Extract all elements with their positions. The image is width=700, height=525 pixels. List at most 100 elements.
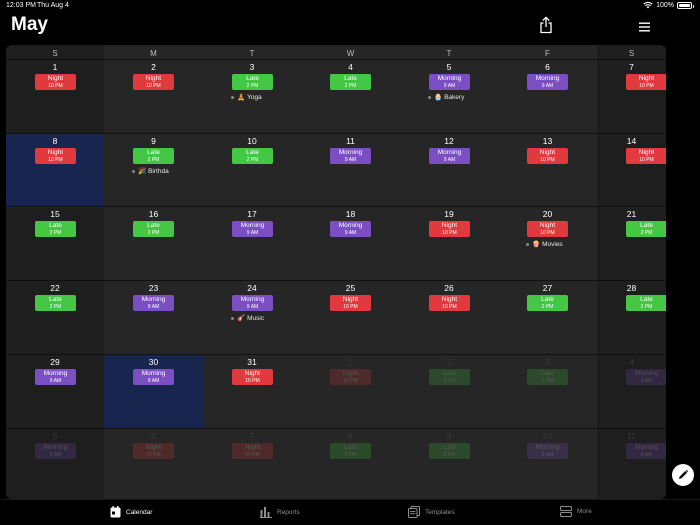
day-cell[interactable]: 22 Late 2 PM [6, 281, 104, 355]
day-cell[interactable]: 17 Morning 9 AM [203, 207, 301, 281]
shift-badge-late[interactable]: Late 2 PM [232, 74, 273, 90]
shift-badge-night[interactable]: Night 10 PM [133, 443, 174, 459]
day-cell[interactable]: 4 Late 2 PM [301, 60, 400, 134]
shift-badge-morning[interactable]: Morning 9 AM [35, 369, 76, 385]
shift-badge-late[interactable]: Late 2 PM [330, 74, 371, 90]
shift-badge-night[interactable]: Night 10 PM [133, 74, 174, 90]
day-cell[interactable]: 5 Morning 9 AM [6, 429, 104, 499]
shift-badge-late[interactable]: Late 2 PM [626, 295, 666, 311]
day-cell[interactable]: 27 Late 2 PM [498, 281, 597, 355]
day-cell[interactable]: 19 Night 10 PM [400, 207, 498, 281]
shift-badge-night[interactable]: Night 10 PM [626, 148, 666, 164]
shift-time: 2 PM [246, 157, 259, 163]
tab-bar: Calendar Reports Templates More [0, 499, 700, 525]
event-item[interactable]: 🎸 Music [231, 314, 264, 322]
shift-badge-night[interactable]: Night 10 PM [330, 295, 371, 311]
day-cell[interactable]: 1 Night 10 PM [301, 355, 400, 429]
shift-badge-night[interactable]: Night 10 PM [35, 74, 76, 90]
day-cell[interactable]: 12 Morning 9 AM [400, 134, 498, 208]
shift-badge-night[interactable]: Night 10 PM [429, 221, 470, 237]
day-cell[interactable]: 1 Night 10 PM [6, 60, 104, 134]
day-cell[interactable]: 10 Late 2 PM [203, 134, 301, 208]
tab-calendar[interactable]: Calendar [110, 506, 152, 518]
shift-badge-night[interactable]: Night 10 PM [429, 295, 470, 311]
day-cell[interactable]: 4 Morning 9 AM [597, 355, 666, 429]
shift-badge-morning[interactable]: Morning 9 AM [133, 295, 174, 311]
shift-badge-night[interactable]: Night 10 PM [35, 148, 76, 164]
day-cell[interactable]: 14 Night 10 PM [597, 134, 666, 208]
event-item[interactable]: 🧘 Yoga [231, 93, 262, 101]
shift-badge-night[interactable]: Night 10 PM [527, 221, 568, 237]
shift-badge-late[interactable]: Late 2 PM [133, 221, 174, 237]
day-cell[interactable]: 23 Morning 9 AM [104, 281, 203, 355]
day-cell[interactable]: 29 Morning 9 AM [6, 355, 104, 429]
shift-badge-morning[interactable]: Morning 9 AM [527, 443, 568, 459]
day-cell[interactable]: 3 Late 2 PM 🧘 Yoga [203, 60, 301, 134]
shift-time: 2 PM [147, 157, 160, 163]
day-cell[interactable]: 11 Morning 9 AM [597, 429, 666, 499]
shift-badge-night[interactable]: Night 10 PM [232, 443, 273, 459]
day-cell[interactable]: 10 Morning 9 AM [498, 429, 597, 499]
day-cell[interactable]: 8 Night 10 PM [6, 134, 104, 208]
shift-badge-morning[interactable]: Morning 9 AM [35, 443, 76, 459]
shift-badge-late[interactable]: Late 2 PM [429, 369, 470, 385]
day-cell[interactable]: 9 Late 2 PM [400, 429, 498, 499]
day-cell[interactable]: 26 Night 10 PM [400, 281, 498, 355]
shift-badge-night[interactable]: Night 10 PM [330, 369, 371, 385]
event-item[interactable]: 🍿 Movies [526, 240, 563, 248]
shift-badge-morning[interactable]: Morning 9 AM [429, 74, 470, 90]
share-button[interactable] [538, 16, 554, 34]
shift-badge-late[interactable]: Late 2 PM [527, 369, 568, 385]
shift-badge-morning[interactable]: Morning 9 AM [626, 443, 666, 459]
day-cell[interactable]: 6 Morning 9 AM [498, 60, 597, 134]
day-cell[interactable]: 15 Late 2 PM [6, 207, 104, 281]
day-cell[interactable]: 3 Late 2 PM [498, 355, 597, 429]
shift-badge-night[interactable]: Night 10 PM [232, 369, 273, 385]
day-cell[interactable]: 11 Morning 9 AM [301, 134, 400, 208]
day-cell[interactable]: 7 Night 10 PM [597, 60, 666, 134]
shift-badge-morning[interactable]: Morning 9 AM [133, 369, 174, 385]
shift-badge-morning[interactable]: Morning 9 AM [626, 369, 666, 385]
shift-badge-morning[interactable]: Morning 9 AM [429, 148, 470, 164]
day-number: 9 [446, 431, 452, 441]
day-cell[interactable]: 20 Night 10 PM 🍿 Movies [498, 207, 597, 281]
day-cell[interactable]: 31 Night 10 PM [203, 355, 301, 429]
shift-badge-night[interactable]: Night 10 PM [527, 148, 568, 164]
shift-badge-morning[interactable]: Morning 9 AM [232, 221, 273, 237]
shift-badge-morning[interactable]: Morning 9 AM [527, 74, 568, 90]
shift-badge-late[interactable]: Late 2 PM [35, 221, 76, 237]
shift-badge-night[interactable]: Night 10 PM [626, 74, 666, 90]
shift-badge-late[interactable]: Late 2 PM [330, 443, 371, 459]
event-item[interactable]: 🎉 Birthda [132, 167, 169, 175]
day-cell[interactable]: 9 Late 2 PM 🎉 Birthda [104, 134, 203, 208]
shift-badge-late[interactable]: Late 2 PM [626, 221, 666, 237]
shift-badge-morning[interactable]: Morning 9 AM [330, 221, 371, 237]
tab-templates[interactable]: Templates [408, 506, 455, 518]
day-cell[interactable]: 28 Late 2 PM [597, 281, 666, 355]
shift-badge-late[interactable]: Late 2 PM [133, 148, 174, 164]
day-cell[interactable]: 24 Morning 9 AM 🎸 Music [203, 281, 301, 355]
day-cell[interactable]: 30 Morning 9 AM [104, 355, 203, 429]
day-cell[interactable]: 6 Night 10 PM [104, 429, 203, 499]
day-cell[interactable]: 18 Morning 9 AM [301, 207, 400, 281]
day-cell[interactable]: 8 Late 2 PM [301, 429, 400, 499]
shift-badge-late[interactable]: Late 2 PM [429, 443, 470, 459]
shift-badge-morning[interactable]: Morning 9 AM [232, 295, 273, 311]
event-item[interactable]: 🧁 Bakery [428, 93, 464, 101]
shift-badge-late[interactable]: Late 2 PM [232, 148, 273, 164]
day-cell[interactable]: 2 Late 2 PM [400, 355, 498, 429]
day-cell[interactable]: 25 Night 10 PM [301, 281, 400, 355]
day-cell[interactable]: 13 Night 10 PM [498, 134, 597, 208]
day-cell[interactable]: 5 Morning 9 AM 🧁 Bakery [400, 60, 498, 134]
day-cell[interactable]: 16 Late 2 PM [104, 207, 203, 281]
day-cell[interactable]: 21 Late 2 PM [597, 207, 666, 281]
day-cell[interactable]: 7 Night 10 PM [203, 429, 301, 499]
shift-badge-late[interactable]: Late 2 PM [527, 295, 568, 311]
tab-more[interactable]: More [560, 506, 592, 517]
day-cell[interactable]: 2 Night 10 PM [104, 60, 203, 134]
edit-button[interactable] [672, 464, 694, 486]
shift-badge-morning[interactable]: Morning 9 AM [330, 148, 371, 164]
tab-reports[interactable]: Reports [260, 506, 300, 518]
menu-button[interactable] [637, 20, 653, 34]
shift-badge-late[interactable]: Late 2 PM [35, 295, 76, 311]
